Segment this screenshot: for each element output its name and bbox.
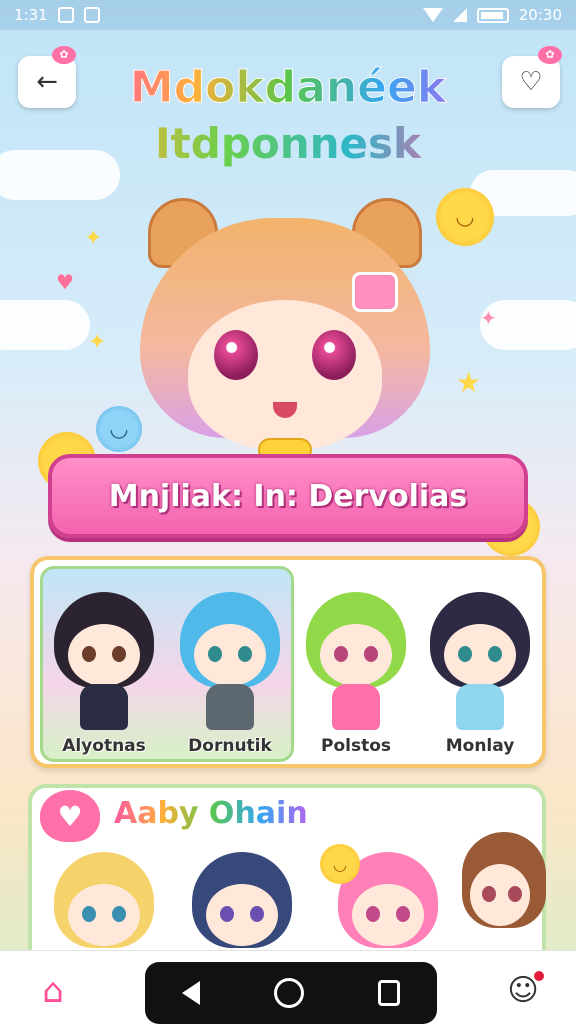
signal-icon [452,8,467,22]
system-back-icon[interactable] [182,981,200,1005]
character-eye [238,646,252,662]
title-line-2: Itdponnesk [100,116,476,172]
character-face [444,624,516,686]
character-eye [112,646,126,662]
status-left: 1:31 [14,6,100,24]
bow-icon: ✿ [52,46,76,64]
hero-face [188,300,382,450]
status-bar: 1:31 20:30 [0,0,576,30]
system-recents-icon[interactable] [378,980,400,1006]
character-eye [220,906,234,922]
character-body [206,684,254,730]
notification-dot [534,971,544,981]
status-clock: 20:30 [518,6,562,24]
character-eye [458,646,472,662]
character-face [68,884,140,946]
character-selection-panel: Alyotnas Dornutik Polstos Monlay [30,556,546,768]
character-eye [396,906,410,922]
character-eye [112,906,126,922]
character-face [206,884,278,946]
character-eye [250,906,264,922]
cloud-decoration [0,300,90,350]
character-eye [508,886,522,902]
character-eye [366,906,380,922]
back-arrow-icon: ← [36,67,58,97]
feature-banner[interactable]: Mnjliak: In: Dervolias [48,454,528,538]
sun-mascot-icon: ◡ [436,188,494,246]
notification-icon [57,7,74,23]
character-eye [208,646,222,662]
heart-icon: ♥ [56,270,74,294]
system-nav-bar [145,962,437,1024]
status-right: 20:30 [422,6,562,24]
character-card[interactable] [420,584,540,734]
character-eye [82,906,96,922]
page-title: Mdokdanéek Itdponnesk [100,60,476,172]
hero-right-eye [312,330,356,380]
app-notification-icon [83,7,100,23]
character-name: Alyotnas [62,736,146,756]
character-body [456,684,504,730]
character-body [80,684,128,730]
character-name: Dornutik [188,736,272,756]
character-face [320,624,392,686]
character-card[interactable] [296,584,416,734]
character-eye [82,646,96,662]
character-name: Polstos [320,736,391,756]
favorite-button[interactable]: ✿ ♡ [502,46,562,108]
friends-icon[interactable]: ☺ [500,971,546,1011]
heart-chat-icon: ♥ [40,790,100,842]
character-face [194,624,266,686]
hero-character-illustration [130,190,440,462]
character-eye [482,886,496,902]
status-time: 1:31 [14,6,48,24]
system-home-icon[interactable] [274,978,304,1008]
heart-outline-icon: ♡ [519,67,543,97]
sun-mascot-icon: ◡ [320,844,360,884]
character-face [352,884,424,946]
battery-icon [476,7,509,23]
back-button[interactable]: ✿ ← [18,46,76,108]
character-eye [334,646,348,662]
character-eye [488,646,502,662]
friends-title: Aaby Ohain [114,796,308,831]
home-icon[interactable]: ⌂ [30,971,76,1011]
character-card[interactable] [44,584,164,734]
sparkle-icon: ✦ [480,306,497,330]
wifi-icon [422,8,443,22]
character-card[interactable] [170,584,290,734]
heart-hairclip-icon [352,272,398,312]
character-body [332,684,380,730]
banner-label: Mnjliak: In: Dervolias [108,478,468,514]
star-icon: ★ [456,366,482,399]
sparkle-icon: ✦ [88,330,107,355]
character-name: Monlay [445,736,515,756]
character-face [68,624,140,686]
title-line-1: Mdokdanéek [100,60,476,116]
hero-left-eye [214,330,258,380]
character-eye [364,646,378,662]
sparkle-icon: ✦ [84,226,103,251]
bow-icon: ✿ [538,46,562,64]
